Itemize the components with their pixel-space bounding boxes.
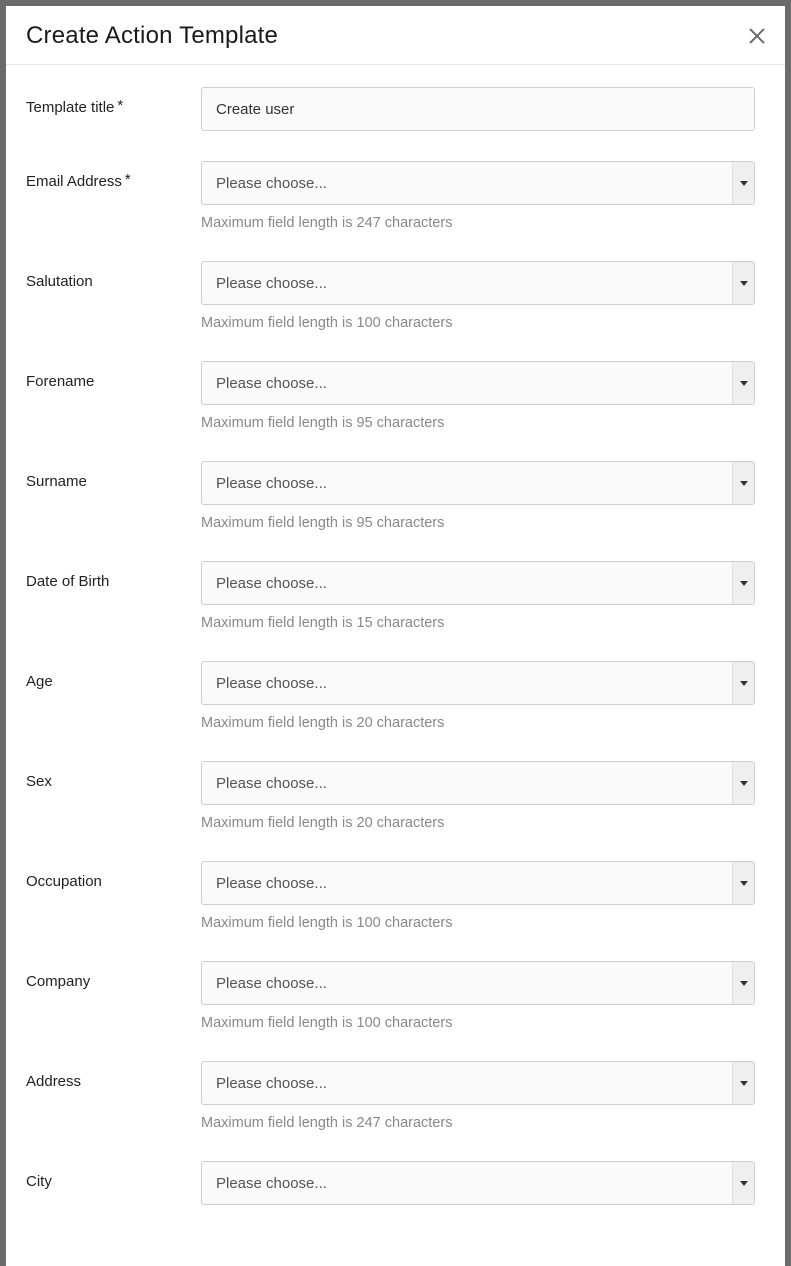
chevron-down-icon: [732, 1062, 754, 1104]
modal-title: Create Action Template: [26, 22, 278, 50]
select-placeholder: Please choose...: [202, 562, 732, 604]
salutation-select[interactable]: Please choose...: [201, 261, 755, 305]
select-placeholder: Please choose...: [202, 662, 732, 704]
label-company: Company: [26, 961, 201, 990]
hint-forename: Maximum field length is 95 characters: [201, 415, 755, 431]
forename-select[interactable]: Please choose...: [201, 361, 755, 405]
required-asterisk: *: [117, 97, 123, 114]
occupation-select[interactable]: Please choose...: [201, 861, 755, 905]
form-row-city: City Please choose...: [26, 1161, 755, 1205]
hint-age: Maximum field length is 20 characters: [201, 715, 755, 731]
form-row-surname: Surname Please choose... Maximum field l…: [26, 461, 755, 531]
form-row-sex: Sex Please choose... Maximum field lengt…: [26, 761, 755, 831]
form-row-age: Age Please choose... Maximum field lengt…: [26, 661, 755, 731]
chevron-down-icon: [732, 762, 754, 804]
label-address: Address: [26, 1061, 201, 1090]
form-row-salutation: Salutation Please choose... Maximum fiel…: [26, 261, 755, 331]
hint-salutation: Maximum field length is 100 characters: [201, 315, 755, 331]
dob-select[interactable]: Please choose...: [201, 561, 755, 605]
select-placeholder: Please choose...: [202, 362, 732, 404]
label-city: City: [26, 1161, 201, 1190]
hint-sex: Maximum field length is 20 characters: [201, 815, 755, 831]
chevron-down-icon: [732, 962, 754, 1004]
form-row-dob: Date of Birth Please choose... Maximum f…: [26, 561, 755, 631]
hint-dob: Maximum field length is 15 characters: [201, 615, 755, 631]
label-age: Age: [26, 661, 201, 690]
create-action-template-modal: Create Action Template Template title* E…: [6, 6, 785, 1266]
label-template-title: Template title*: [26, 87, 201, 116]
label-salutation: Salutation: [26, 261, 201, 290]
hint-surname: Maximum field length is 95 characters: [201, 515, 755, 531]
select-placeholder: Please choose...: [202, 1062, 732, 1104]
select-placeholder: Please choose...: [202, 462, 732, 504]
chevron-down-icon: [732, 862, 754, 904]
label-sex: Sex: [26, 761, 201, 790]
chevron-down-icon: [732, 662, 754, 704]
label-forename: Forename: [26, 361, 201, 390]
label-email: Email Address*: [26, 161, 201, 190]
company-select[interactable]: Please choose...: [201, 961, 755, 1005]
modal-header: Create Action Template: [6, 6, 785, 65]
surname-select[interactable]: Please choose...: [201, 461, 755, 505]
label-surname: Surname: [26, 461, 201, 490]
form-row-occupation: Occupation Please choose... Maximum fiel…: [26, 861, 755, 931]
select-placeholder: Please choose...: [202, 1162, 732, 1204]
city-select[interactable]: Please choose...: [201, 1161, 755, 1205]
required-asterisk: *: [125, 171, 131, 188]
select-placeholder: Please choose...: [202, 162, 732, 204]
form-row-forename: Forename Please choose... Maximum field …: [26, 361, 755, 431]
age-select[interactable]: Please choose...: [201, 661, 755, 705]
hint-company: Maximum field length is 100 characters: [201, 1015, 755, 1031]
chevron-down-icon: [732, 162, 754, 204]
chevron-down-icon: [732, 262, 754, 304]
hint-email: Maximum field length is 247 characters: [201, 215, 755, 231]
chevron-down-icon: [732, 1162, 754, 1204]
select-placeholder: Please choose...: [202, 962, 732, 1004]
hint-occupation: Maximum field length is 100 characters: [201, 915, 755, 931]
select-placeholder: Please choose...: [202, 262, 732, 304]
template-title-input[interactable]: [201, 87, 755, 131]
form-row-address: Address Please choose... Maximum field l…: [26, 1061, 755, 1131]
email-select[interactable]: Please choose...: [201, 161, 755, 205]
sex-select[interactable]: Please choose...: [201, 761, 755, 805]
form-row-title: Template title*: [26, 87, 755, 131]
hint-address: Maximum field length is 247 characters: [201, 1115, 755, 1131]
address-select[interactable]: Please choose...: [201, 1061, 755, 1105]
chevron-down-icon: [732, 362, 754, 404]
form-row-email: Email Address* Please choose... Maximum …: [26, 161, 755, 231]
chevron-down-icon: [732, 462, 754, 504]
label-dob: Date of Birth: [26, 561, 201, 590]
label-occupation: Occupation: [26, 861, 201, 890]
select-placeholder: Please choose...: [202, 862, 732, 904]
modal-body: Template title* Email Address* Please ch…: [6, 65, 785, 1266]
select-placeholder: Please choose...: [202, 762, 732, 804]
close-icon[interactable]: [749, 28, 765, 44]
chevron-down-icon: [732, 562, 754, 604]
form-row-company: Company Please choose... Maximum field l…: [26, 961, 755, 1031]
